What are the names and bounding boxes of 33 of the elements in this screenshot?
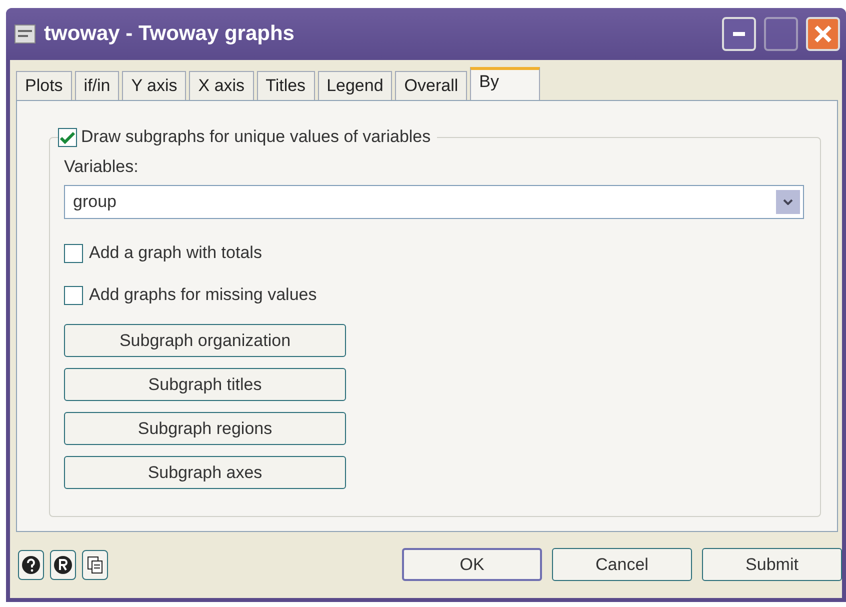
checkbox-label: Add a graph with totals xyxy=(89,243,262,263)
checkbox[interactable] xyxy=(58,128,77,146)
tab[interactable]: Plots xyxy=(16,71,72,100)
copy-icon[interactable] xyxy=(82,550,108,580)
subgraph-button[interactable]: Subgraph regions xyxy=(64,412,346,445)
dialog-button[interactable]: OK xyxy=(402,548,542,581)
checkbox[interactable] xyxy=(64,286,83,304)
close-button[interactable] xyxy=(806,17,840,51)
window-title: twoway - Twoway graphs xyxy=(44,22,296,46)
tab[interactable]: By xyxy=(470,67,540,101)
tab[interactable]: Y axis xyxy=(122,71,186,100)
minimize-button[interactable] xyxy=(722,17,756,51)
minimize-icon xyxy=(733,32,745,36)
tab[interactable]: if/in xyxy=(74,71,120,100)
variables-combobox[interactable]: group xyxy=(64,185,804,219)
tab[interactable]: Overall xyxy=(395,71,468,100)
tab[interactable]: Legend xyxy=(318,71,392,100)
subgraph-button[interactable]: Subgraph axes xyxy=(64,456,346,489)
subgraph-button[interactable]: Subgraph organization xyxy=(64,324,346,357)
subgraph-button[interactable]: Subgraph titles xyxy=(64,368,346,401)
field-label: Variables: xyxy=(64,157,140,177)
tab[interactable]: X axis xyxy=(189,71,254,100)
help-icon[interactable] xyxy=(18,550,44,580)
checkbox-label: Draw subgraphs for unique values of variables xyxy=(81,127,431,147)
close-icon xyxy=(813,24,833,44)
dialog-button[interactable]: Submit xyxy=(702,548,842,581)
checkbox[interactable] xyxy=(64,244,83,262)
window-icon xyxy=(14,24,36,44)
dialog-button[interactable]: Cancel xyxy=(552,548,692,581)
tab[interactable]: Titles xyxy=(256,71,315,100)
checkbox-label: Add graphs for missing values xyxy=(89,285,317,305)
field-value: group xyxy=(73,192,118,212)
reset-icon[interactable] xyxy=(50,550,76,580)
